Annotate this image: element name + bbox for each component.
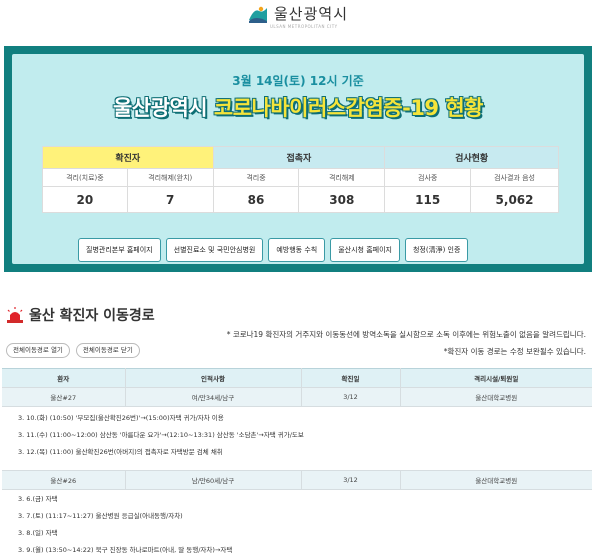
route-toggle-buttons: 전체이동경로 열기 전체이동경로 닫기 xyxy=(6,343,140,358)
value-negative: 5,062 xyxy=(470,186,559,213)
patient-id: 울산#26 xyxy=(2,470,126,490)
open-all-routes-button[interactable]: 전체이동경로 열기 xyxy=(6,343,70,358)
value-contacts-released: 308 xyxy=(298,186,386,213)
route-step: 3. 10.(화) (10:50) '부모집(울산확진26번)'→(15:00)… xyxy=(18,414,224,422)
patient-26-route-list: 3. 6.(금) 자택 3. 7.(토) (11:17~11:27) 울산병원 … xyxy=(18,491,232,559)
disinfection-notice: * 코로나19 확진자의 거주지와 이동동선에 방역소독을 실시함으로 소독 이… xyxy=(226,330,586,339)
route-step: 3. 12.(목) (11:00) 울산확진26번(아버지)의 접촉자로 자택방… xyxy=(18,448,223,456)
value-isolated-treatment: 20 xyxy=(42,186,128,213)
col-isolated-treatment: 격리(치료)중 xyxy=(42,168,128,187)
revision-notice: *확진자 이동 경로는 수정 보완될수 있습니다. xyxy=(443,347,586,356)
city-name: 울산광역시 xyxy=(274,5,349,23)
prevention-rules-button[interactable]: 예방행동 수칙 xyxy=(268,238,326,262)
group-tests: 검사현황 xyxy=(384,146,559,169)
value-released-recovered: 7 xyxy=(126,186,214,213)
link-buttons: 질병관리본부 홈페이지 선별진료소 및 국민안심병원 예방행동 수칙 울산시청 … xyxy=(78,238,469,262)
route-step: 3. 6.(금) 자택 xyxy=(18,495,58,503)
col-negative: 검사결과 음성 xyxy=(470,168,559,187)
close-all-routes-button[interactable]: 전체이동경로 닫기 xyxy=(75,343,140,358)
col-patient: 환자 xyxy=(2,368,126,388)
status-title-city: 울산광역시 xyxy=(112,96,214,120)
siren-icon xyxy=(7,307,23,323)
patient-info: 남/만60세/남구 xyxy=(125,470,302,490)
col-contacts-isolated: 격리중 xyxy=(212,168,300,187)
status-title: 울산광역시 코로나바이러스감염증-19 현황 xyxy=(12,92,584,122)
patient-date: 3/12 xyxy=(301,387,401,407)
col-confirmed-date: 확진일 xyxy=(301,368,401,388)
city-homepage-button[interactable]: 울산시청 홈페이지 xyxy=(330,238,400,262)
patient-27-route-list: 3. 10.(화) (10:50) '부모집(울산확진26번)'→(15:00)… xyxy=(18,410,304,461)
status-title-covid: 코로나바이러스감염증-19 현황 xyxy=(213,96,484,120)
screening-clinics-button[interactable]: 선별진료소 및 국민안심병원 xyxy=(165,238,264,262)
route-step: 3. 7.(토) (11:17~11:27) 울산병원 응급실(아내동행/자차) xyxy=(18,512,183,520)
patient-date: 3/12 xyxy=(301,470,401,490)
col-facility: 격리시설/퇴원일 xyxy=(400,368,592,388)
kcdc-homepage-button[interactable]: 질병관리본부 홈페이지 xyxy=(78,238,161,262)
patient-info: 여/만34세/남구 xyxy=(125,387,302,407)
col-released-recovered: 격리해제(완치) xyxy=(126,168,214,187)
group-confirmed: 확진자 xyxy=(42,146,214,169)
status-date: 3월 14일(토) 12시 기준 xyxy=(232,74,364,88)
site-header: 울산광역시 ULSAN METROPOLITAN CITY xyxy=(0,0,594,40)
value-testing: 115 xyxy=(384,186,472,213)
col-personal-info: 인적사항 xyxy=(125,368,302,388)
col-testing: 검사중 xyxy=(384,168,472,187)
route-step: 3. 11.(수) (11:00~12:00) 삼산동 '아름다운 요가'→(1… xyxy=(18,431,304,439)
patient-row-26[interactable]: 울산#26 남/만60세/남구 3/12 울산대학교병원 xyxy=(2,470,592,490)
route-heading: 울산 확진자 이동경로 xyxy=(6,305,155,325)
route-table-header: 환자 인적사항 확진일 격리시설/퇴원일 xyxy=(2,368,592,388)
patient-id: 울산#27 xyxy=(2,387,126,407)
col-contacts-released: 격리해제 xyxy=(298,168,386,187)
group-contacts: 접촉자 xyxy=(212,146,386,169)
ulsan-emblem-icon xyxy=(249,6,267,23)
city-logo[interactable]: 울산광역시 ULSAN METROPOLITAN CITY xyxy=(248,4,349,29)
covid-status-panel: 3월 14일(토) 12시 기준 울산광역시 코로나바이러스감염증-19 현황 … xyxy=(4,46,592,272)
covid-status-inner: 3월 14일(토) 12시 기준 울산광역시 코로나바이러스감염증-19 현황 … xyxy=(12,54,584,264)
route-step: 3. 9.(월) (13:50~14:22) 북구 진장동 하나로마트(아내, … xyxy=(18,546,233,554)
patient-row-27[interactable]: 울산#27 여/만34세/남구 3/12 울산대학교병원 xyxy=(2,387,592,407)
patient-facility: 울산대학교병원 xyxy=(400,387,592,407)
route-step: 3. 8.(일) 자택 xyxy=(18,529,58,537)
value-contacts-isolated: 86 xyxy=(212,186,300,213)
patient-facility: 울산대학교병원 xyxy=(400,470,592,490)
status-table: 확진자 접촉자 검사현황 격리(치료)중 격리해제(완치) 격리중 격리해제 검… xyxy=(42,146,559,213)
city-subtitle: ULSAN METROPOLITAN CITY xyxy=(270,24,338,29)
clean-certification-button[interactable]: 청정(淸淨) 인증 xyxy=(404,238,469,262)
route-title: 울산 확진자 이동경로 xyxy=(29,308,155,324)
